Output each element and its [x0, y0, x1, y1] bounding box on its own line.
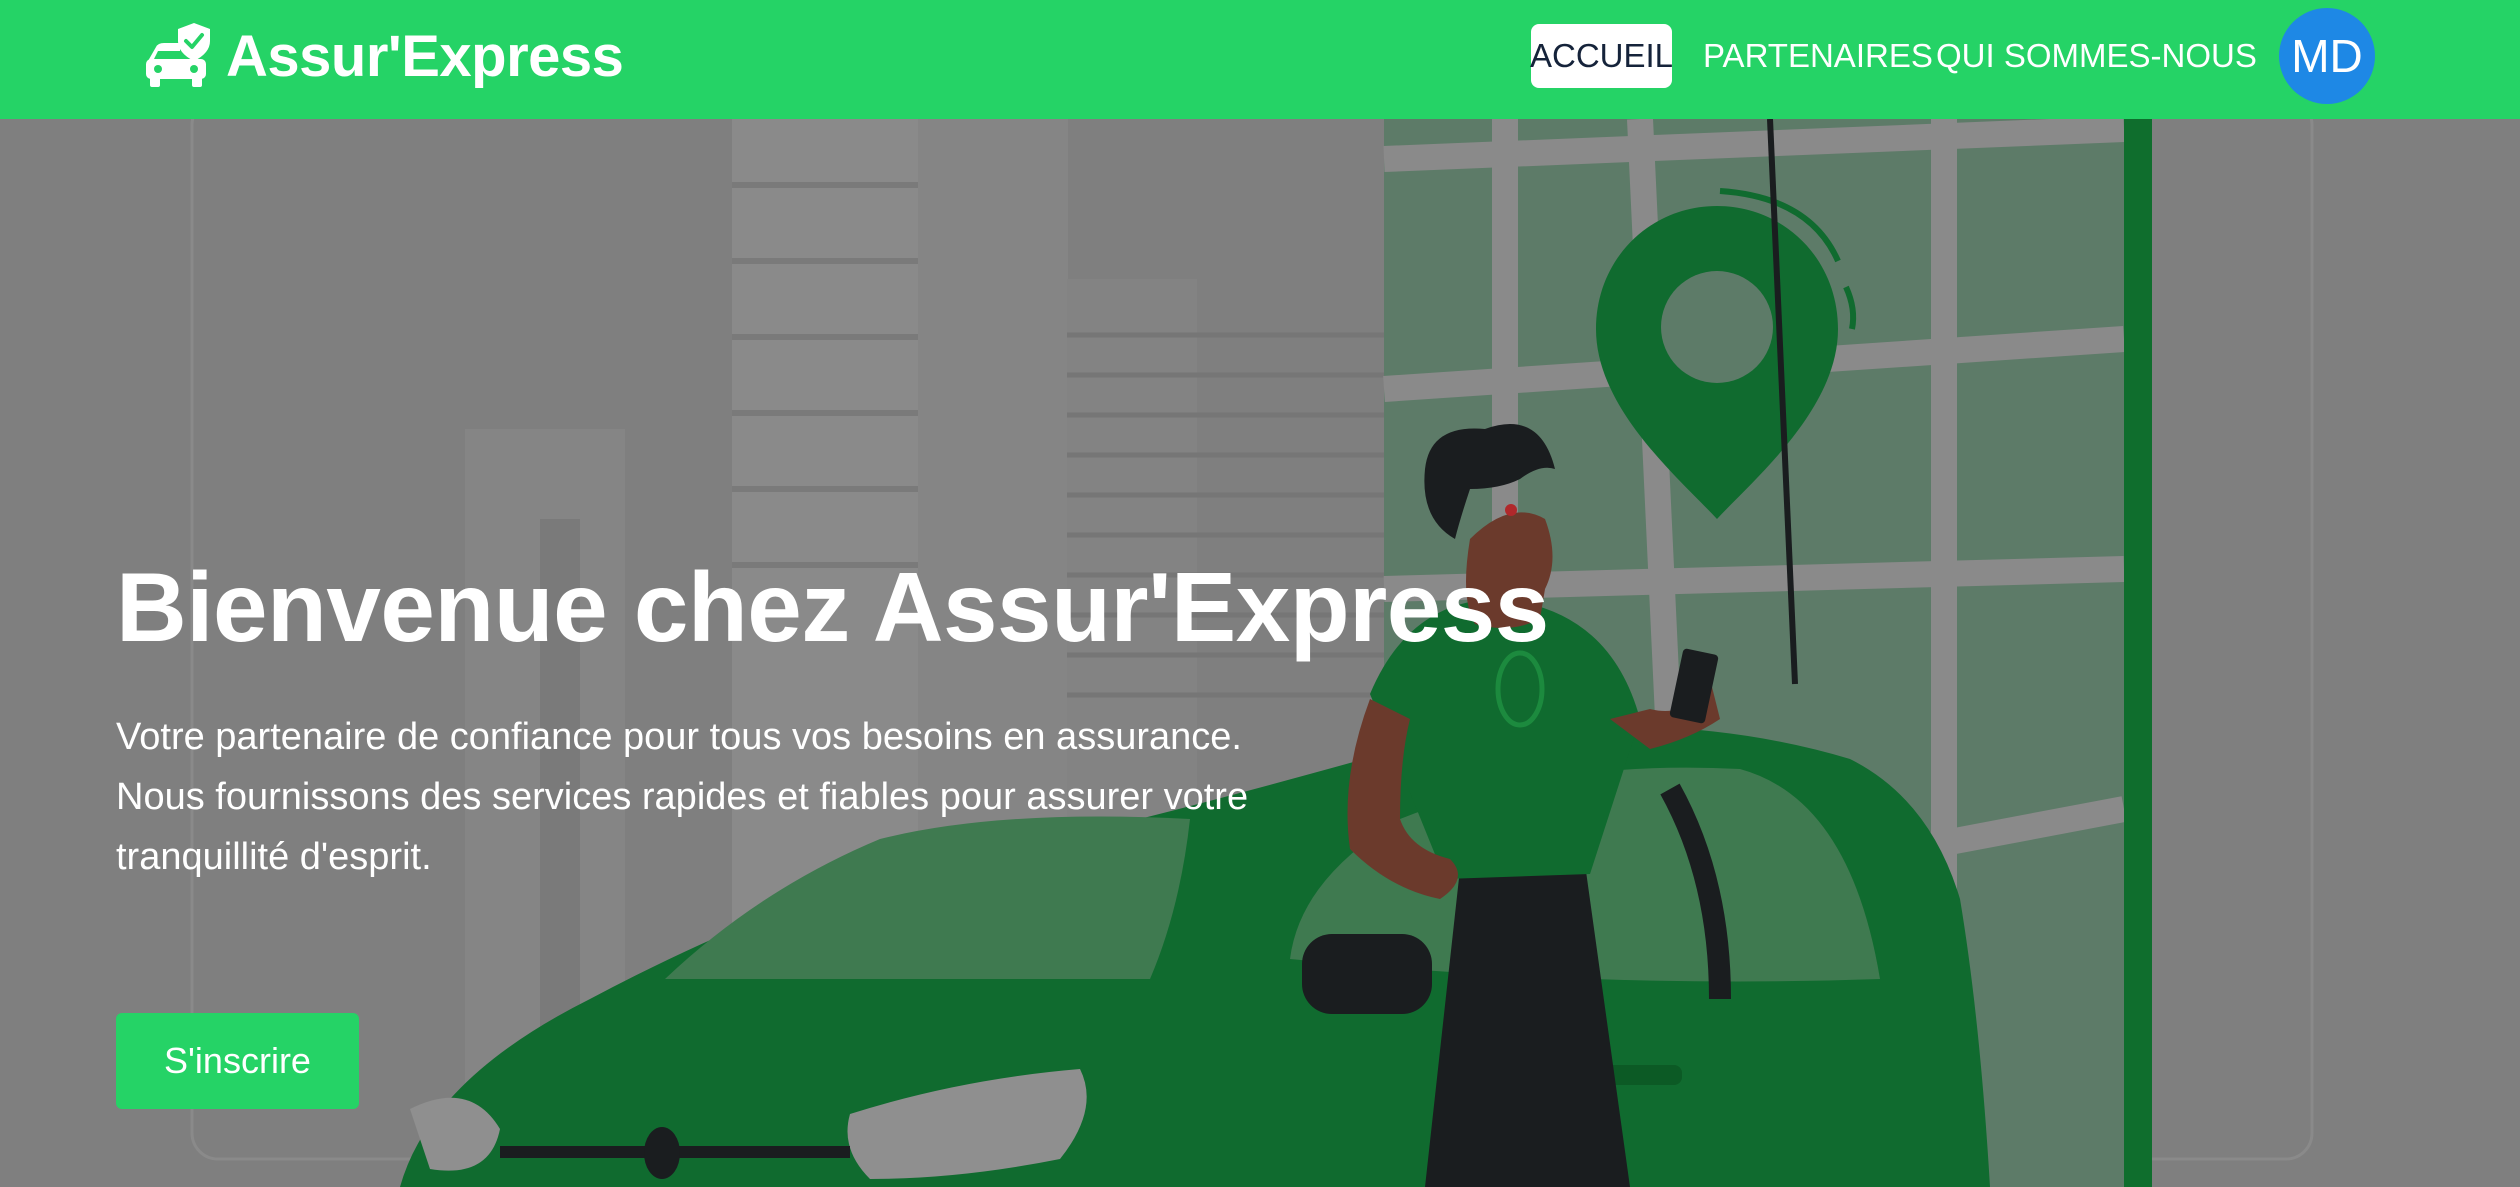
- car-shield-icon: [146, 23, 210, 87]
- nav-link-qui-sommes-nous[interactable]: QUI SOMMES-NOUS: [1926, 24, 2267, 88]
- signup-button[interactable]: S'inscrire: [116, 1013, 359, 1109]
- nav-link-partenaires[interactable]: PARTENAIRES: [1693, 24, 1943, 88]
- hero-description: Votre partenaire de confiance pour tous …: [116, 716, 1249, 878]
- user-avatar[interactable]: MD: [2279, 8, 2375, 104]
- navbar: Assur'Express ACCUEIL PARTENAIRES QUI SO…: [0, 0, 2520, 119]
- nav-link-accueil[interactable]: ACCUEIL: [1530, 24, 1673, 88]
- hero-title: Bienvenue chez Assur'Express: [116, 552, 1549, 662]
- hero-section: Bienvenue chez Assur'Express Votre parte…: [0, 119, 2520, 1187]
- brand-logo[interactable]: Assur'Express: [144, 6, 624, 106]
- brand-name: Assur'Express: [226, 23, 624, 89]
